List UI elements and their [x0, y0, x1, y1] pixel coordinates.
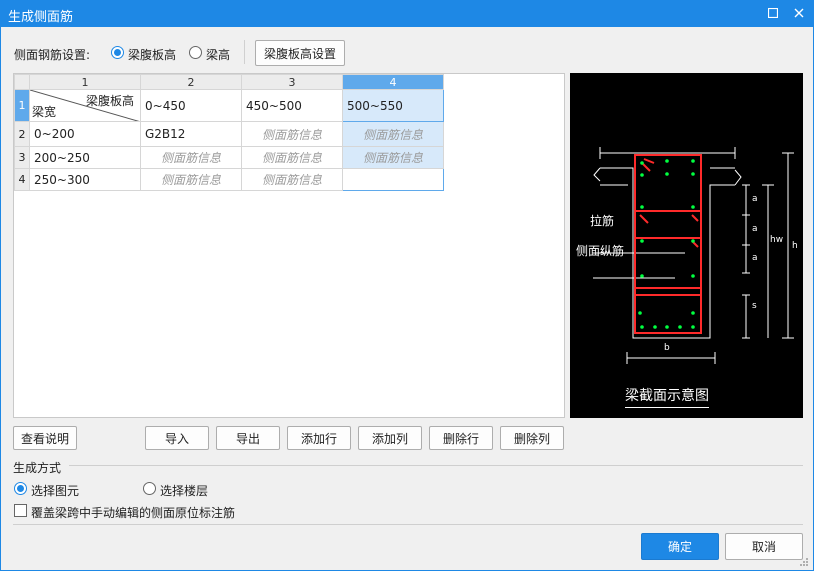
grid-cell[interactable]: 200~250 — [29, 146, 141, 169]
dim-a-label: a — [752, 253, 758, 263]
divider — [244, 40, 245, 64]
grid-cell-placeholder[interactable]: 侧面筋信息 — [241, 168, 343, 191]
row-header[interactable]: 2 — [14, 121, 30, 147]
add-column-button[interactable]: 添加列 — [358, 426, 422, 450]
close-icon[interactable] — [790, 4, 808, 22]
add-row-button[interactable]: 添加行 — [287, 426, 351, 450]
grid-cell-selected[interactable] — [342, 168, 444, 191]
radio-select-element-label[interactable]: 选择图元 — [31, 482, 79, 499]
override-checkbox-label[interactable]: 覆盖梁跨中手动编辑的侧面原位标注筋 — [31, 504, 235, 521]
dim-a-label: a — [752, 194, 758, 204]
rebar-grid-panel: 1 2 3 4 1 梁腹板高 梁宽 0~450 450~500 500~550 … — [13, 73, 565, 418]
grid-corner — [14, 74, 30, 90]
corner-header-cell: 梁腹板高 梁宽 — [29, 89, 141, 122]
tie-label: 拉筋 — [590, 214, 615, 228]
column-header[interactable]: 1 — [29, 74, 141, 90]
grid-cell-selected[interactable]: 500~550 — [342, 89, 444, 122]
grid-cell[interactable]: 450~500 — [241, 89, 343, 122]
row-header[interactable]: 4 — [14, 168, 30, 191]
radio-select-floor[interactable] — [143, 482, 156, 495]
web-height-setup-button[interactable]: 梁腹板高设置 — [255, 40, 345, 66]
import-button[interactable]: 导入 — [145, 426, 209, 450]
maximize-icon[interactable] — [764, 4, 782, 22]
dim-a-label: a — [752, 224, 758, 234]
generation-method-title: 生成方式 — [13, 461, 62, 475]
grid-cell-placeholder[interactable]: 侧面筋信息 — [140, 168, 242, 191]
radio-select-floor-label[interactable]: 选择楼层 — [160, 482, 208, 499]
grid-cell-placeholder[interactable]: 侧面筋信息 — [342, 121, 444, 147]
beam-section-diagram: 拉筋 侧面纵筋 a a a hw h s b 梁截面示意图 — [570, 73, 803, 418]
grid-cell[interactable]: 250~300 — [29, 168, 141, 191]
rebar-grid: 1 2 3 4 1 梁腹板高 梁宽 0~450 450~500 500~550 … — [14, 74, 444, 191]
side-rebar-settings: 侧面钢筋设置: 梁腹板高 梁高 梁腹板高设置 — [11, 38, 801, 68]
window-title: 生成侧面筋 — [8, 10, 74, 25]
dim-h-label: h — [792, 241, 798, 251]
override-checkbox[interactable] — [14, 504, 27, 517]
grid-cell-placeholder[interactable]: 侧面筋信息 — [241, 146, 343, 169]
grid-cell[interactable]: 0~450 — [140, 89, 242, 122]
cancel-button[interactable]: 取消 — [725, 533, 803, 560]
radio-web-height[interactable] — [111, 46, 124, 59]
side-rebar-settings-label: 侧面钢筋设置: — [14, 48, 91, 62]
resize-grip-icon[interactable] — [799, 557, 809, 567]
dialog-body: 侧面钢筋设置: 梁腹板高 梁高 梁腹板高设置 1 2 3 4 1 梁腹板高 梁宽… — [0, 27, 814, 571]
column-header[interactable]: 2 — [140, 74, 242, 90]
side-rebar-label: 侧面纵筋 — [576, 244, 625, 258]
column-header[interactable]: 3 — [241, 74, 343, 90]
grid-cell-placeholder[interactable]: 侧面筋信息 — [241, 121, 343, 147]
row-header[interactable]: 1 — [14, 89, 30, 122]
dim-hw-label: hw — [770, 235, 784, 245]
dim-b-label: b — [664, 343, 670, 353]
grid-cell-placeholder[interactable]: 侧面筋信息 — [140, 146, 242, 169]
title-bar: 生成侧面筋 — [0, 0, 814, 27]
grid-cell[interactable]: 0~200 — [29, 121, 141, 147]
grid-cell-placeholder[interactable]: 侧面筋信息 — [342, 146, 444, 169]
section-separator — [69, 465, 803, 466]
corner-top-label: 梁腹板高 — [85, 94, 134, 108]
footer-separator — [13, 524, 803, 525]
help-button[interactable]: 查看说明 — [13, 426, 77, 450]
grid-cell[interactable]: G2B12 — [140, 121, 242, 147]
export-button[interactable]: 导出 — [216, 426, 280, 450]
delete-column-button[interactable]: 删除列 — [500, 426, 564, 450]
delete-row-button[interactable]: 删除行 — [429, 426, 493, 450]
corner-bottom-label: 梁宽 — [32, 105, 57, 119]
row-header[interactable]: 3 — [14, 146, 30, 169]
column-header-selected[interactable]: 4 — [342, 74, 444, 90]
radio-web-height-label[interactable]: 梁腹板高 — [128, 46, 176, 63]
dim-s-label: s — [752, 301, 757, 311]
radio-select-element[interactable] — [14, 482, 27, 495]
diagram-caption: 梁截面示意图 — [625, 385, 709, 408]
radio-beam-height[interactable] — [189, 46, 202, 59]
radio-beam-height-label[interactable]: 梁高 — [206, 46, 230, 63]
ok-button[interactable]: 确定 — [641, 533, 719, 560]
